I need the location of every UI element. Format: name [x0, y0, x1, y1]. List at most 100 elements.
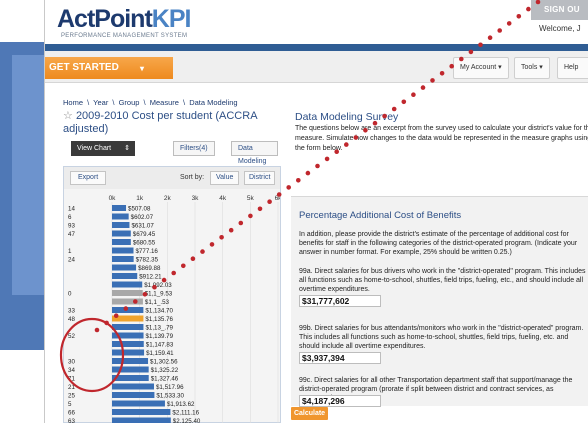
get-started-label: GET STARTED: [49, 62, 119, 73]
chart-bar: [112, 290, 143, 296]
filters-button[interactable]: Filters(4): [173, 141, 215, 156]
chart-bar: [112, 417, 171, 423]
chart-bar: [112, 205, 127, 211]
chart-bar: [112, 230, 131, 237]
bar-value-label: $507.08: [128, 206, 151, 213]
category-label: 34: [68, 367, 75, 374]
question-99b-input[interactable]: $3,937,394: [299, 352, 381, 364]
chevron-down-icon: ▾: [140, 64, 145, 73]
chart-bar: [112, 256, 134, 262]
toolbar: GET STARTED ▾ My Account ▾ Tools ▾ Help: [45, 51, 588, 83]
breadcrumb-year[interactable]: Year: [93, 98, 108, 107]
category-label: 48: [68, 316, 75, 323]
my-account-menu[interactable]: My Account ▾: [453, 57, 509, 79]
chart-controls: View Chart ⇕ Filters(4) Data Modeling: [63, 141, 278, 165]
category-label: 5: [68, 401, 72, 408]
measure-title-text: 2009-2010 Cost per student (ACCRA adjust…: [63, 110, 257, 135]
chart-bar: [112, 315, 144, 322]
bar-value-label: $777.16: [136, 248, 159, 255]
chart-bar: [112, 332, 144, 339]
calculate-button[interactable]: Calculate: [291, 407, 328, 420]
chart-bar: [112, 375, 149, 381]
data-modeling-title: Data Modeling Survey: [295, 111, 399, 123]
view-chart-select[interactable]: View Chart ⇕: [71, 141, 135, 156]
chart-bar: [112, 281, 143, 288]
nav-strip: [45, 44, 588, 51]
bar-value-label: $1,1_9.53: [145, 291, 173, 298]
data-modeling-button[interactable]: Data Modeling: [231, 141, 278, 165]
bar-value-label: $1,135.76: [145, 316, 173, 323]
bar-chart: 0k 1k 2k 3k 4k 5k 6k $507.08 14 $602.07 6 $631.07 93…: [68, 195, 280, 423]
bar-value-label: $1,325.22: [151, 367, 179, 374]
data-modeling-description: The questions below are an excerpt from …: [295, 125, 588, 152]
bar-value-label: $1,13_.79: [145, 325, 173, 332]
sort-value-button[interactable]: Value: [210, 171, 240, 185]
sort-district-button[interactable]: District: [244, 171, 276, 185]
bar-value-label: $680.55: [133, 240, 156, 247]
chart-bar: [112, 358, 149, 364]
chart-header: Export Sort by: Value District: [64, 167, 280, 189]
category-label: 66: [68, 410, 75, 417]
category-label: 33: [68, 308, 75, 315]
breadcrumb-separator: \: [183, 98, 186, 107]
chart-bar: [112, 264, 137, 271]
chart-bar: [112, 409, 171, 415]
background-panel-inner: [12, 55, 46, 295]
x-tick-label: 4k: [219, 195, 227, 202]
breadcrumb-measure[interactable]: Measure: [150, 98, 179, 107]
category-label: 1: [68, 248, 72, 255]
category-label: 14: [68, 206, 75, 213]
category-label: 47: [68, 231, 75, 238]
welcome-text: Welcome, J: [539, 24, 581, 33]
category-label: 6: [68, 214, 72, 221]
chart-bar: [112, 213, 129, 220]
export-button[interactable]: Export: [70, 171, 107, 185]
chart-bar: [112, 341, 144, 347]
x-tick-label: 6k: [275, 195, 280, 202]
sign-out-button[interactable]: SIGN OU: [531, 0, 588, 20]
logo[interactable]: ActPointKPI: [57, 5, 192, 33]
breadcrumb-separator: \: [87, 98, 90, 107]
question-99a-text: 99a. Direct salaries for bus drivers who…: [299, 268, 586, 293]
logo-subtitle: PERFORMANCE MANAGEMENT SYSTEM: [61, 33, 188, 39]
breadcrumb-group[interactable]: Group: [119, 98, 140, 107]
bar-value-label: $1,1_.53: [145, 299, 170, 306]
app-window: ActPointKPI PERFORMANCE MANAGEMENT SYSTE…: [44, 0, 588, 423]
chart-bar: [112, 383, 154, 390]
question-99c-input[interactable]: $4,187,296: [299, 395, 381, 407]
bar-value-label: $1,533.30: [156, 393, 184, 400]
bar-value-label: $1,517.96: [156, 384, 184, 391]
select-arrows-icon: ⇕: [124, 145, 130, 152]
x-tick-label: 2k: [164, 195, 172, 202]
x-tick-label: 3k: [192, 195, 200, 202]
tools-menu[interactable]: Tools ▾: [514, 57, 550, 79]
survey-intro: In addition, please provide the district…: [299, 231, 578, 256]
star-icon[interactable]: ☆: [63, 110, 73, 122]
survey-panel: Percentage Additional Cost of Benefits I…: [291, 196, 588, 407]
question-99a-input[interactable]: $31,777,602: [299, 295, 381, 307]
bar-value-label: $631.07: [131, 223, 154, 230]
breadcrumb: Home \ Year \ Group \ Measure \ Data Mod…: [63, 98, 238, 107]
chart-bar: [112, 324, 144, 330]
page-title: ☆ 2009-2010 Cost per student (ACCRA adju…: [63, 110, 293, 136]
logo-kpi: KPI: [151, 5, 192, 33]
chart-bar: [112, 307, 144, 313]
help-menu[interactable]: Help: [557, 57, 588, 79]
bar-value-label: $1,092.03: [144, 282, 172, 289]
bar-value-label: $2,111.16: [172, 410, 199, 417]
bar-value-label: $1,139.79: [146, 333, 174, 340]
chart-bar: [112, 273, 138, 279]
category-label: 71: [68, 376, 75, 383]
bar-value-label: $1,159.41: [146, 350, 174, 357]
bar-value-label: $1,913.62: [167, 401, 195, 408]
x-tick-label: 0k: [109, 195, 117, 202]
chart-bar: [112, 392, 155, 398]
chart-panel: Export Sort by: Value District 0k 1k 2k 3k 4…: [63, 166, 281, 423]
bar-value-label: $912.21: [139, 274, 162, 281]
breadcrumb-home[interactable]: Home: [63, 98, 83, 107]
category-label: 63: [68, 418, 75, 423]
get-started-button[interactable]: GET STARTED ▾: [45, 57, 173, 79]
bar-value-label: $1,302.56: [150, 359, 178, 366]
survey-heading: Percentage Additional Cost of Benefits: [299, 210, 462, 221]
bar-value-label: $1,147.83: [146, 342, 174, 349]
